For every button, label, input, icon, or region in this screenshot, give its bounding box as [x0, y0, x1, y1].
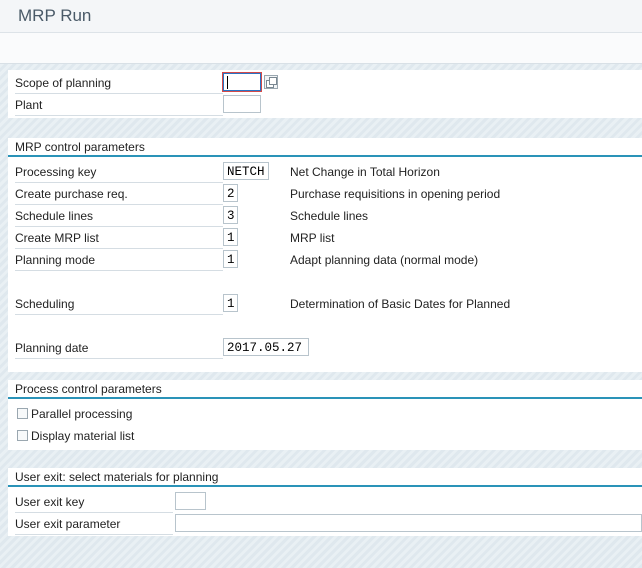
processing-key-input[interactable]: NETCH — [223, 162, 269, 180]
scheduling-desc: Determination of Basic Dates for Planned — [290, 297, 511, 311]
scope-panel: Scope of planning Plant — [8, 70, 642, 118]
user-exit-parameter-row: User exit parameter — [8, 514, 642, 535]
schedule-lines-label: Schedule lines — [15, 206, 223, 227]
scope-row: Scope of planning — [8, 73, 642, 94]
create-mrp-list-label: Create MRP list — [15, 228, 223, 249]
value-help-icon[interactable] — [264, 75, 278, 89]
schedule-lines-row: Schedule lines 3 Schedule lines — [8, 206, 642, 227]
schedule-lines-desc: Schedule lines — [290, 209, 369, 223]
user-exit-parameter-label: User exit parameter — [15, 514, 173, 535]
display-material-list-option[interactable]: Display material list — [8, 426, 308, 446]
user-exit-panel: User exit: select materials for planning… — [8, 468, 642, 536]
scope-of-planning-input[interactable] — [223, 73, 261, 91]
application-toolbar — [0, 33, 642, 64]
planning-mode-label: Planning mode — [15, 250, 223, 271]
parallel-processing-checkbox[interactable] — [17, 408, 28, 419]
processing-key-row: Processing key NETCH Net Change in Total… — [8, 162, 642, 183]
scope-of-planning-label: Scope of planning — [15, 73, 223, 94]
scheduling-row: Scheduling 1 Determination of Basic Date… — [8, 294, 642, 315]
create-purchase-req-desc: Purchase requisitions in opening period — [290, 187, 501, 201]
scheduling-input[interactable]: 1 — [223, 294, 238, 312]
title-bar: MRP Run — [0, 0, 642, 33]
create-mrp-list-input[interactable]: 1 — [223, 228, 238, 246]
mrp-control-panel: MRP control parameters Processing key NE… — [8, 138, 642, 372]
create-purchase-req-row: Create purchase req. 2 Purchase requisit… — [8, 184, 642, 205]
planning-mode-input[interactable]: 1 — [223, 250, 238, 268]
plant-row: Plant — [8, 95, 642, 116]
planning-mode-row: Planning mode 1 Adapt planning data (nor… — [8, 250, 642, 271]
create-purchase-req-label: Create purchase req. — [15, 184, 223, 205]
create-mrp-list-desc: MRP list — [290, 231, 335, 245]
display-material-list-label: Display material list — [31, 429, 135, 443]
user-exit-parameter-input[interactable] — [175, 514, 642, 532]
parallel-processing-option[interactable]: Parallel processing — [8, 404, 308, 424]
user-exit-key-label: User exit key — [15, 492, 173, 513]
screen-content: Scope of planning Plant MRP control para… — [0, 64, 642, 568]
planning-date-input[interactable]: 2017.05.27 — [223, 338, 309, 356]
process-control-panel: Process control parameters Parallel proc… — [8, 380, 642, 450]
window-title: MRP Run — [18, 6, 92, 25]
user-exit-key-row: User exit key — [8, 492, 642, 513]
schedule-lines-input[interactable]: 3 — [223, 206, 238, 224]
plant-label: Plant — [15, 95, 223, 116]
create-mrp-list-row: Create MRP list 1 MRP list — [8, 228, 642, 249]
planning-date-label: Planning date — [15, 338, 223, 359]
scheduling-label: Scheduling — [15, 294, 223, 315]
user-exit-key-input[interactable] — [175, 492, 206, 510]
parallel-processing-label: Parallel processing — [31, 407, 133, 421]
processing-key-label: Processing key — [15, 162, 223, 183]
process-control-header: Process control parameters — [8, 380, 642, 399]
planning-mode-desc: Adapt planning data (normal mode) — [290, 253, 479, 267]
create-purchase-req-input[interactable]: 2 — [223, 184, 238, 202]
mrp-control-header: MRP control parameters — [8, 138, 642, 157]
user-exit-header: User exit: select materials for planning — [8, 468, 642, 487]
text-caret — [227, 76, 228, 89]
display-material-list-checkbox[interactable] — [17, 430, 28, 441]
plant-input[interactable] — [223, 95, 261, 113]
processing-key-desc: Net Change in Total Horizon — [290, 165, 440, 179]
planning-date-row: Planning date 2017.05.27 — [8, 338, 642, 359]
